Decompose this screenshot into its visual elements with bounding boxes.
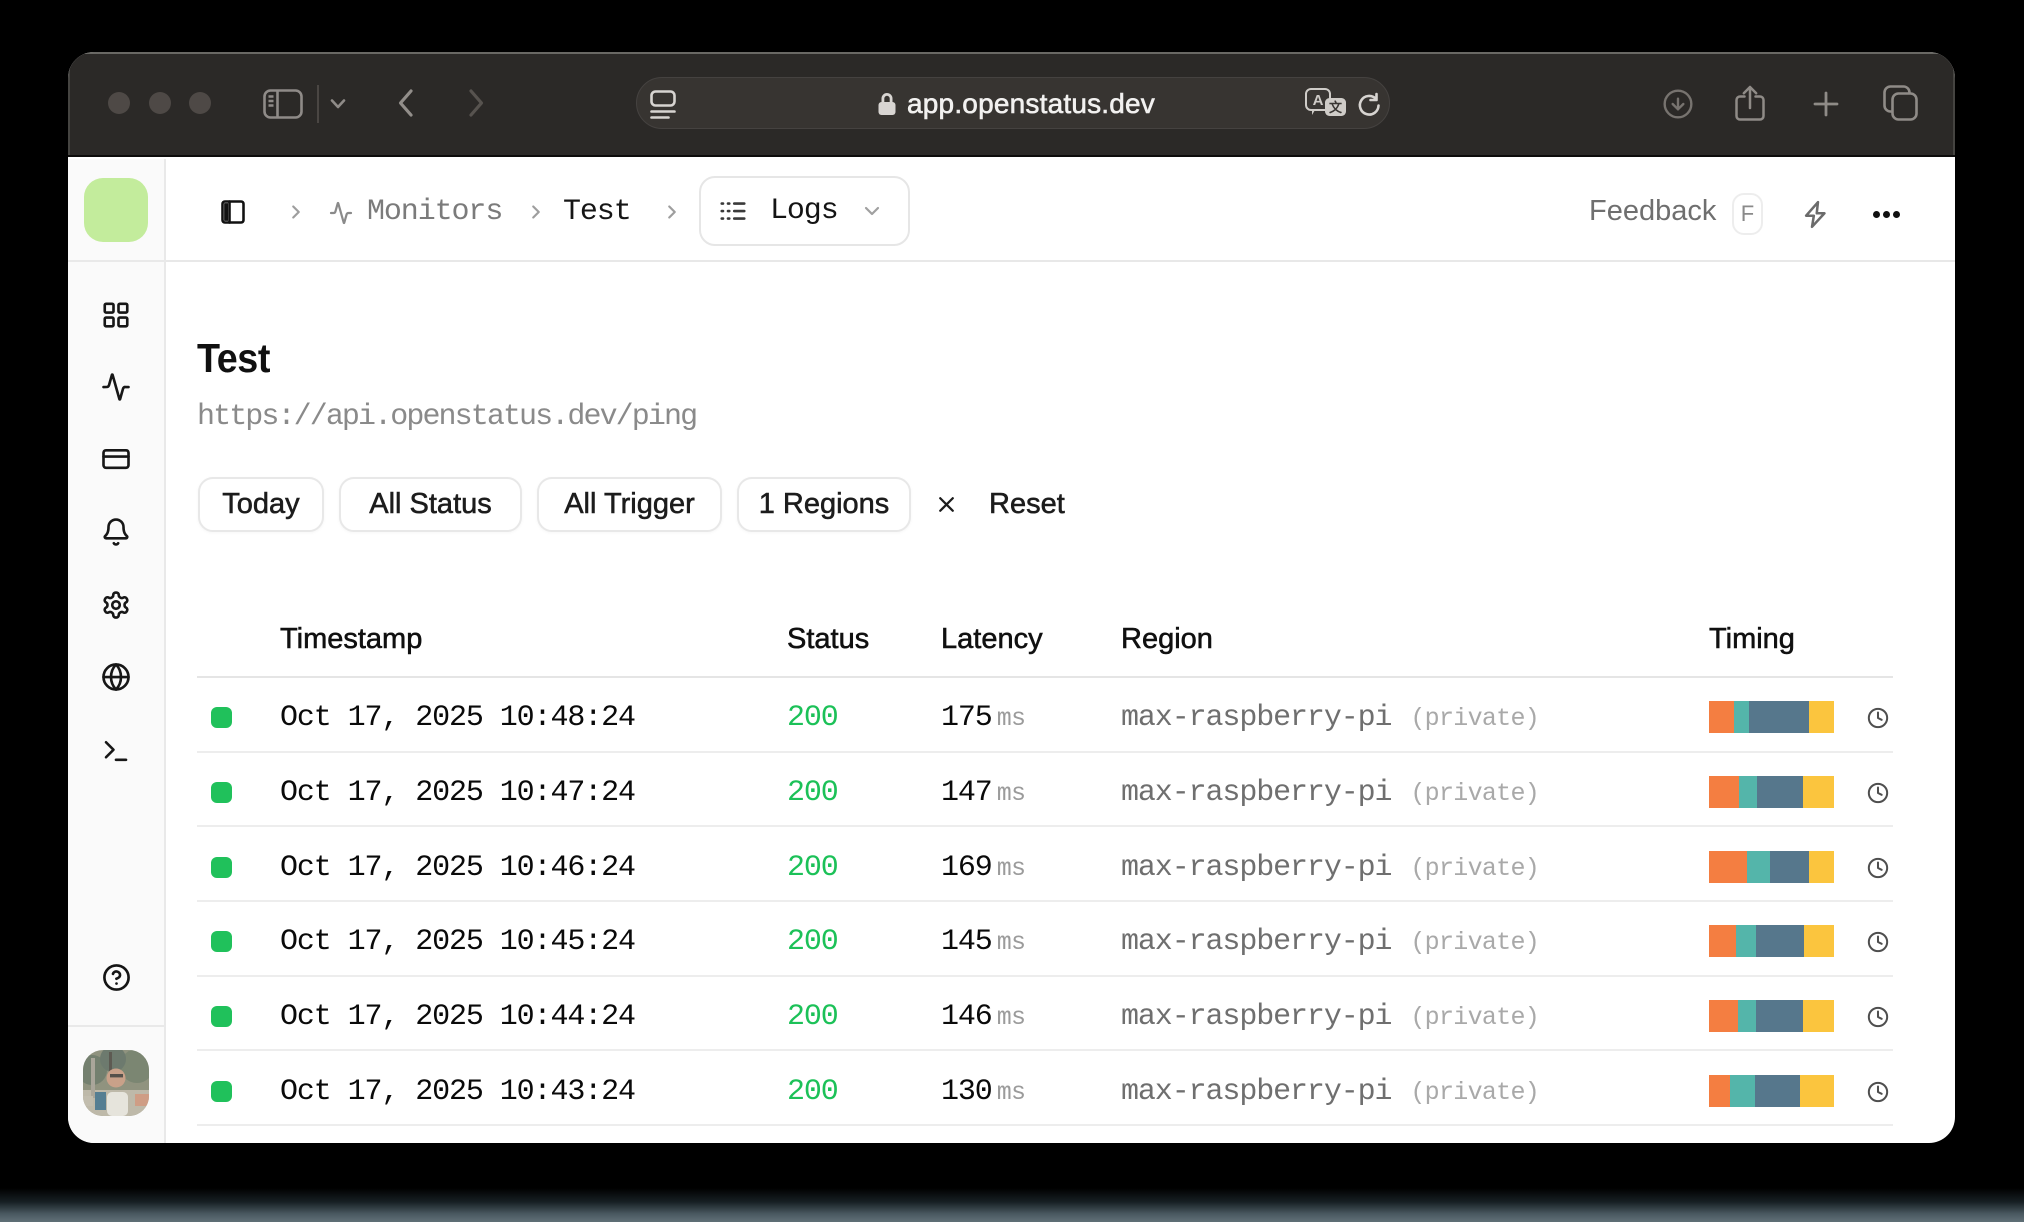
svg-text:文: 文 [1329,100,1343,115]
svg-text:A: A [1313,92,1324,109]
